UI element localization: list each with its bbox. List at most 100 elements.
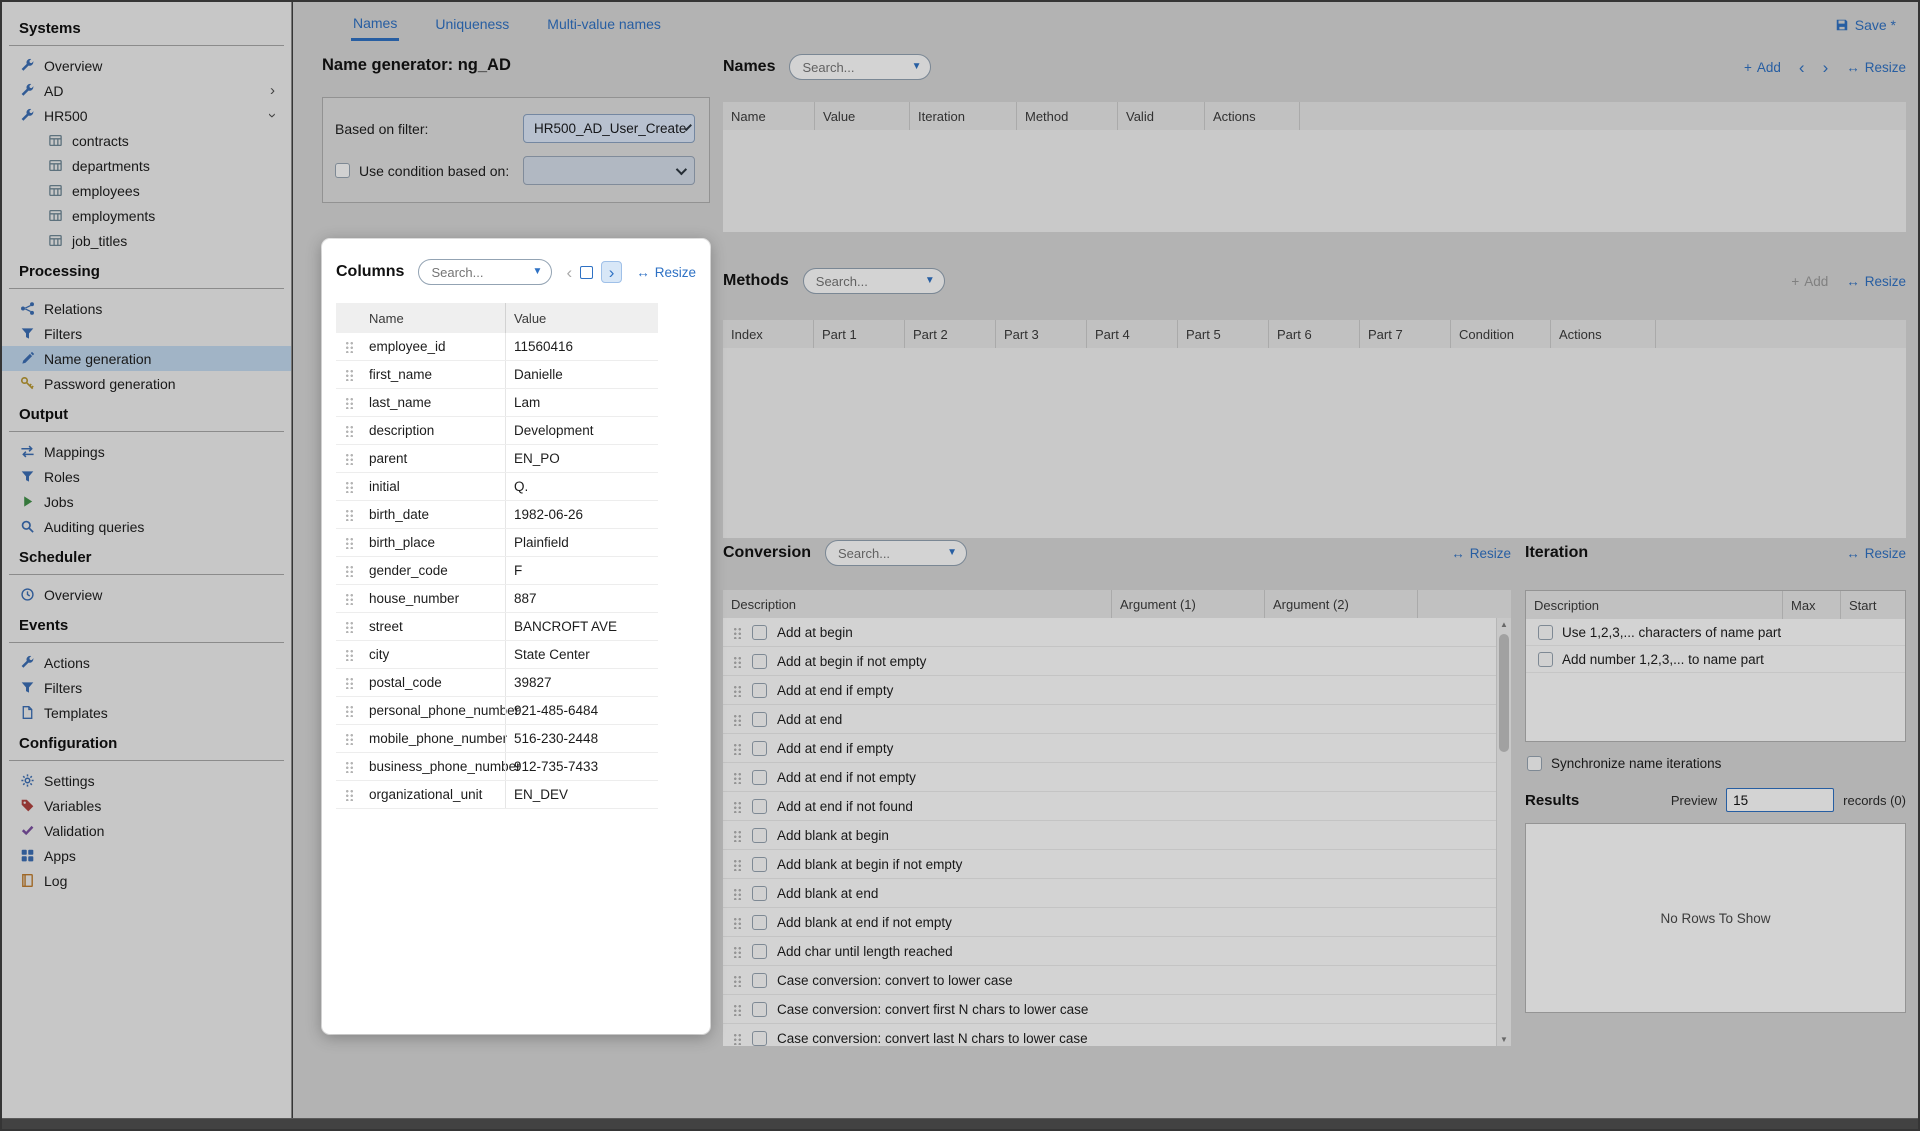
iteration-row-checkbox[interactable] <box>1538 652 1553 667</box>
drag-handle-icon[interactable] <box>733 800 742 813</box>
sidebar-item-ad[interactable]: AD › <box>2 78 291 103</box>
drag-handle-icon[interactable] <box>345 424 354 437</box>
conversion-row-checkbox[interactable] <box>752 915 767 930</box>
table-row[interactable]: personal_phone_number 921-485-6484 <box>336 697 658 725</box>
iteration-row-checkbox[interactable] <box>1538 625 1553 640</box>
tab-names[interactable]: Names <box>351 10 399 41</box>
sidebar-item-jobs[interactable]: Jobs <box>2 489 291 514</box>
scrollbar[interactable]: ▲ ▼ <box>1496 618 1511 1046</box>
sidebar-item-settings[interactable]: Settings <box>2 768 291 793</box>
sidebar-item-password-generation[interactable]: Password generation <box>2 371 291 396</box>
drag-handle-icon[interactable] <box>733 713 742 726</box>
methods-header-part7[interactable]: Part 7 <box>1360 320 1451 348</box>
save-button[interactable]: Save * <box>1835 17 1896 33</box>
drag-handle-icon[interactable] <box>733 829 742 842</box>
methods-header-part3[interactable]: Part 3 <box>996 320 1087 348</box>
drag-handle-icon[interactable] <box>733 1032 742 1045</box>
drag-handle-icon[interactable] <box>733 887 742 900</box>
table-row[interactable]: business_phone_number 912-735-7433 <box>336 753 658 781</box>
search-caret-icon[interactable]: ▼ <box>533 267 543 277</box>
conversion-row[interactable]: Add char until length reached <box>723 937 1511 966</box>
drag-handle-icon[interactable] <box>345 648 354 661</box>
conversion-row-checkbox[interactable] <box>752 799 767 814</box>
methods-search-input[interactable] <box>808 274 925 289</box>
sidebar-item-employees[interactable]: employees <box>2 178 291 203</box>
sidebar-item-roles[interactable]: Roles <box>2 464 291 489</box>
conversion-row[interactable]: Add at end if not empty <box>723 763 1511 792</box>
iteration-row[interactable]: Add number 1,2,3,... to name part <box>1526 646 1905 673</box>
conversion-row[interactable]: Add at end if empty <box>723 734 1511 763</box>
sidebar-item-mappings[interactable]: Mappings <box>2 439 291 464</box>
conversion-row[interactable]: Add blank at begin <box>723 821 1511 850</box>
drag-handle-icon[interactable] <box>733 974 742 987</box>
drag-handle-icon[interactable] <box>733 626 742 639</box>
drag-handle-icon[interactable] <box>345 704 354 717</box>
conversion-row-checkbox[interactable] <box>752 741 767 756</box>
names-header-value[interactable]: Value <box>815 102 910 130</box>
table-row[interactable]: postal_code 39827 <box>336 669 658 697</box>
methods-header-condition[interactable]: Condition <box>1451 320 1551 348</box>
table-row[interactable]: birth_date 1982-06-26 <box>336 501 658 529</box>
sidebar-item-contracts[interactable]: contracts <box>2 128 291 153</box>
names-header-actions[interactable]: Actions <box>1205 102 1300 130</box>
drag-handle-icon[interactable] <box>345 368 354 381</box>
conversion-header-argument1[interactable]: Argument (1) <box>1112 590 1265 618</box>
table-row[interactable]: last_name Lam <box>336 389 658 417</box>
drag-handle-icon[interactable] <box>345 452 354 465</box>
sidebar-item-filters[interactable]: Filters <box>2 321 291 346</box>
use-condition-checkbox[interactable] <box>335 163 350 178</box>
methods-header-part2[interactable]: Part 2 <box>905 320 996 348</box>
names-prev-button[interactable]: ‹ <box>1799 59 1805 76</box>
drag-handle-icon[interactable] <box>733 655 742 668</box>
conversion-row-checkbox[interactable] <box>752 625 767 640</box>
condition-select[interactable] <box>523 156 695 185</box>
columns-next-button[interactable]: › <box>601 261 622 283</box>
sidebar-item-overview[interactable]: Overview <box>2 53 291 78</box>
scroll-up-icon[interactable]: ▲ <box>1497 620 1511 629</box>
columns-prev-button[interactable]: ‹ <box>566 264 572 281</box>
chevron-right-icon[interactable]: › <box>270 83 275 98</box>
conversion-row[interactable]: Case conversion: convert first N chars t… <box>723 995 1511 1024</box>
synchronize-checkbox[interactable] <box>1527 756 1542 771</box>
tab-multi-value-names[interactable]: Multi-value names <box>545 11 663 39</box>
sidebar-item-log[interactable]: Log <box>2 868 291 893</box>
conversion-row-checkbox[interactable] <box>752 1031 767 1046</box>
table-row[interactable]: initial Q. <box>336 473 658 501</box>
drag-handle-icon[interactable] <box>733 742 742 755</box>
methods-header-part6[interactable]: Part 6 <box>1269 320 1360 348</box>
search-caret-icon[interactable]: ▼ <box>947 548 957 558</box>
sidebar-item-templates[interactable]: Templates <box>2 700 291 725</box>
drag-handle-icon[interactable] <box>345 340 354 353</box>
conversion-header-argument2[interactable]: Argument (2) <box>1265 590 1418 618</box>
conversion-row[interactable]: Add at begin <box>723 618 1511 647</box>
conversion-header-description[interactable]: Description <box>723 590 1112 618</box>
names-resize-link[interactable]: ↔ Resize <box>1846 60 1906 75</box>
table-row[interactable]: city State Center <box>336 641 658 669</box>
conversion-search-input[interactable] <box>830 546 947 561</box>
names-search-input[interactable] <box>794 60 911 75</box>
conversion-row[interactable]: Add blank at end if not empty <box>723 908 1511 937</box>
sidebar-item-auditing-queries[interactable]: Auditing queries <box>2 514 291 539</box>
chevron-down-icon[interactable]: › <box>265 113 280 118</box>
conversion-row[interactable]: Add blank at end <box>723 879 1511 908</box>
conversion-resize-link[interactable]: ↔ Resize <box>1451 546 1511 561</box>
drag-handle-icon[interactable] <box>345 396 354 409</box>
drag-handle-icon[interactable] <box>345 620 354 633</box>
drag-handle-icon[interactable] <box>733 858 742 871</box>
names-search[interactable]: ▼ <box>789 54 931 80</box>
conversion-row[interactable]: Add at end if not found <box>723 792 1511 821</box>
methods-header-part1[interactable]: Part 1 <box>814 320 905 348</box>
conversion-row-checkbox[interactable] <box>752 886 767 901</box>
conversion-row-checkbox[interactable] <box>752 973 767 988</box>
table-row[interactable]: employee_id 11560416 <box>336 333 658 361</box>
table-row[interactable]: birth_place Plainfield <box>336 529 658 557</box>
table-row[interactable]: description Development <box>336 417 658 445</box>
conversion-row-checkbox[interactable] <box>752 857 767 872</box>
sidebar-item-scheduler-overview[interactable]: Overview <box>2 582 291 607</box>
drag-handle-icon[interactable] <box>733 945 742 958</box>
names-header-iteration[interactable]: Iteration <box>910 102 1017 130</box>
sidebar-item-actions[interactable]: Actions <box>2 650 291 675</box>
column-header-value[interactable]: Value <box>505 303 658 333</box>
tab-uniqueness[interactable]: Uniqueness <box>433 11 511 39</box>
sidebar-item-event-filters[interactable]: Filters <box>2 675 291 700</box>
